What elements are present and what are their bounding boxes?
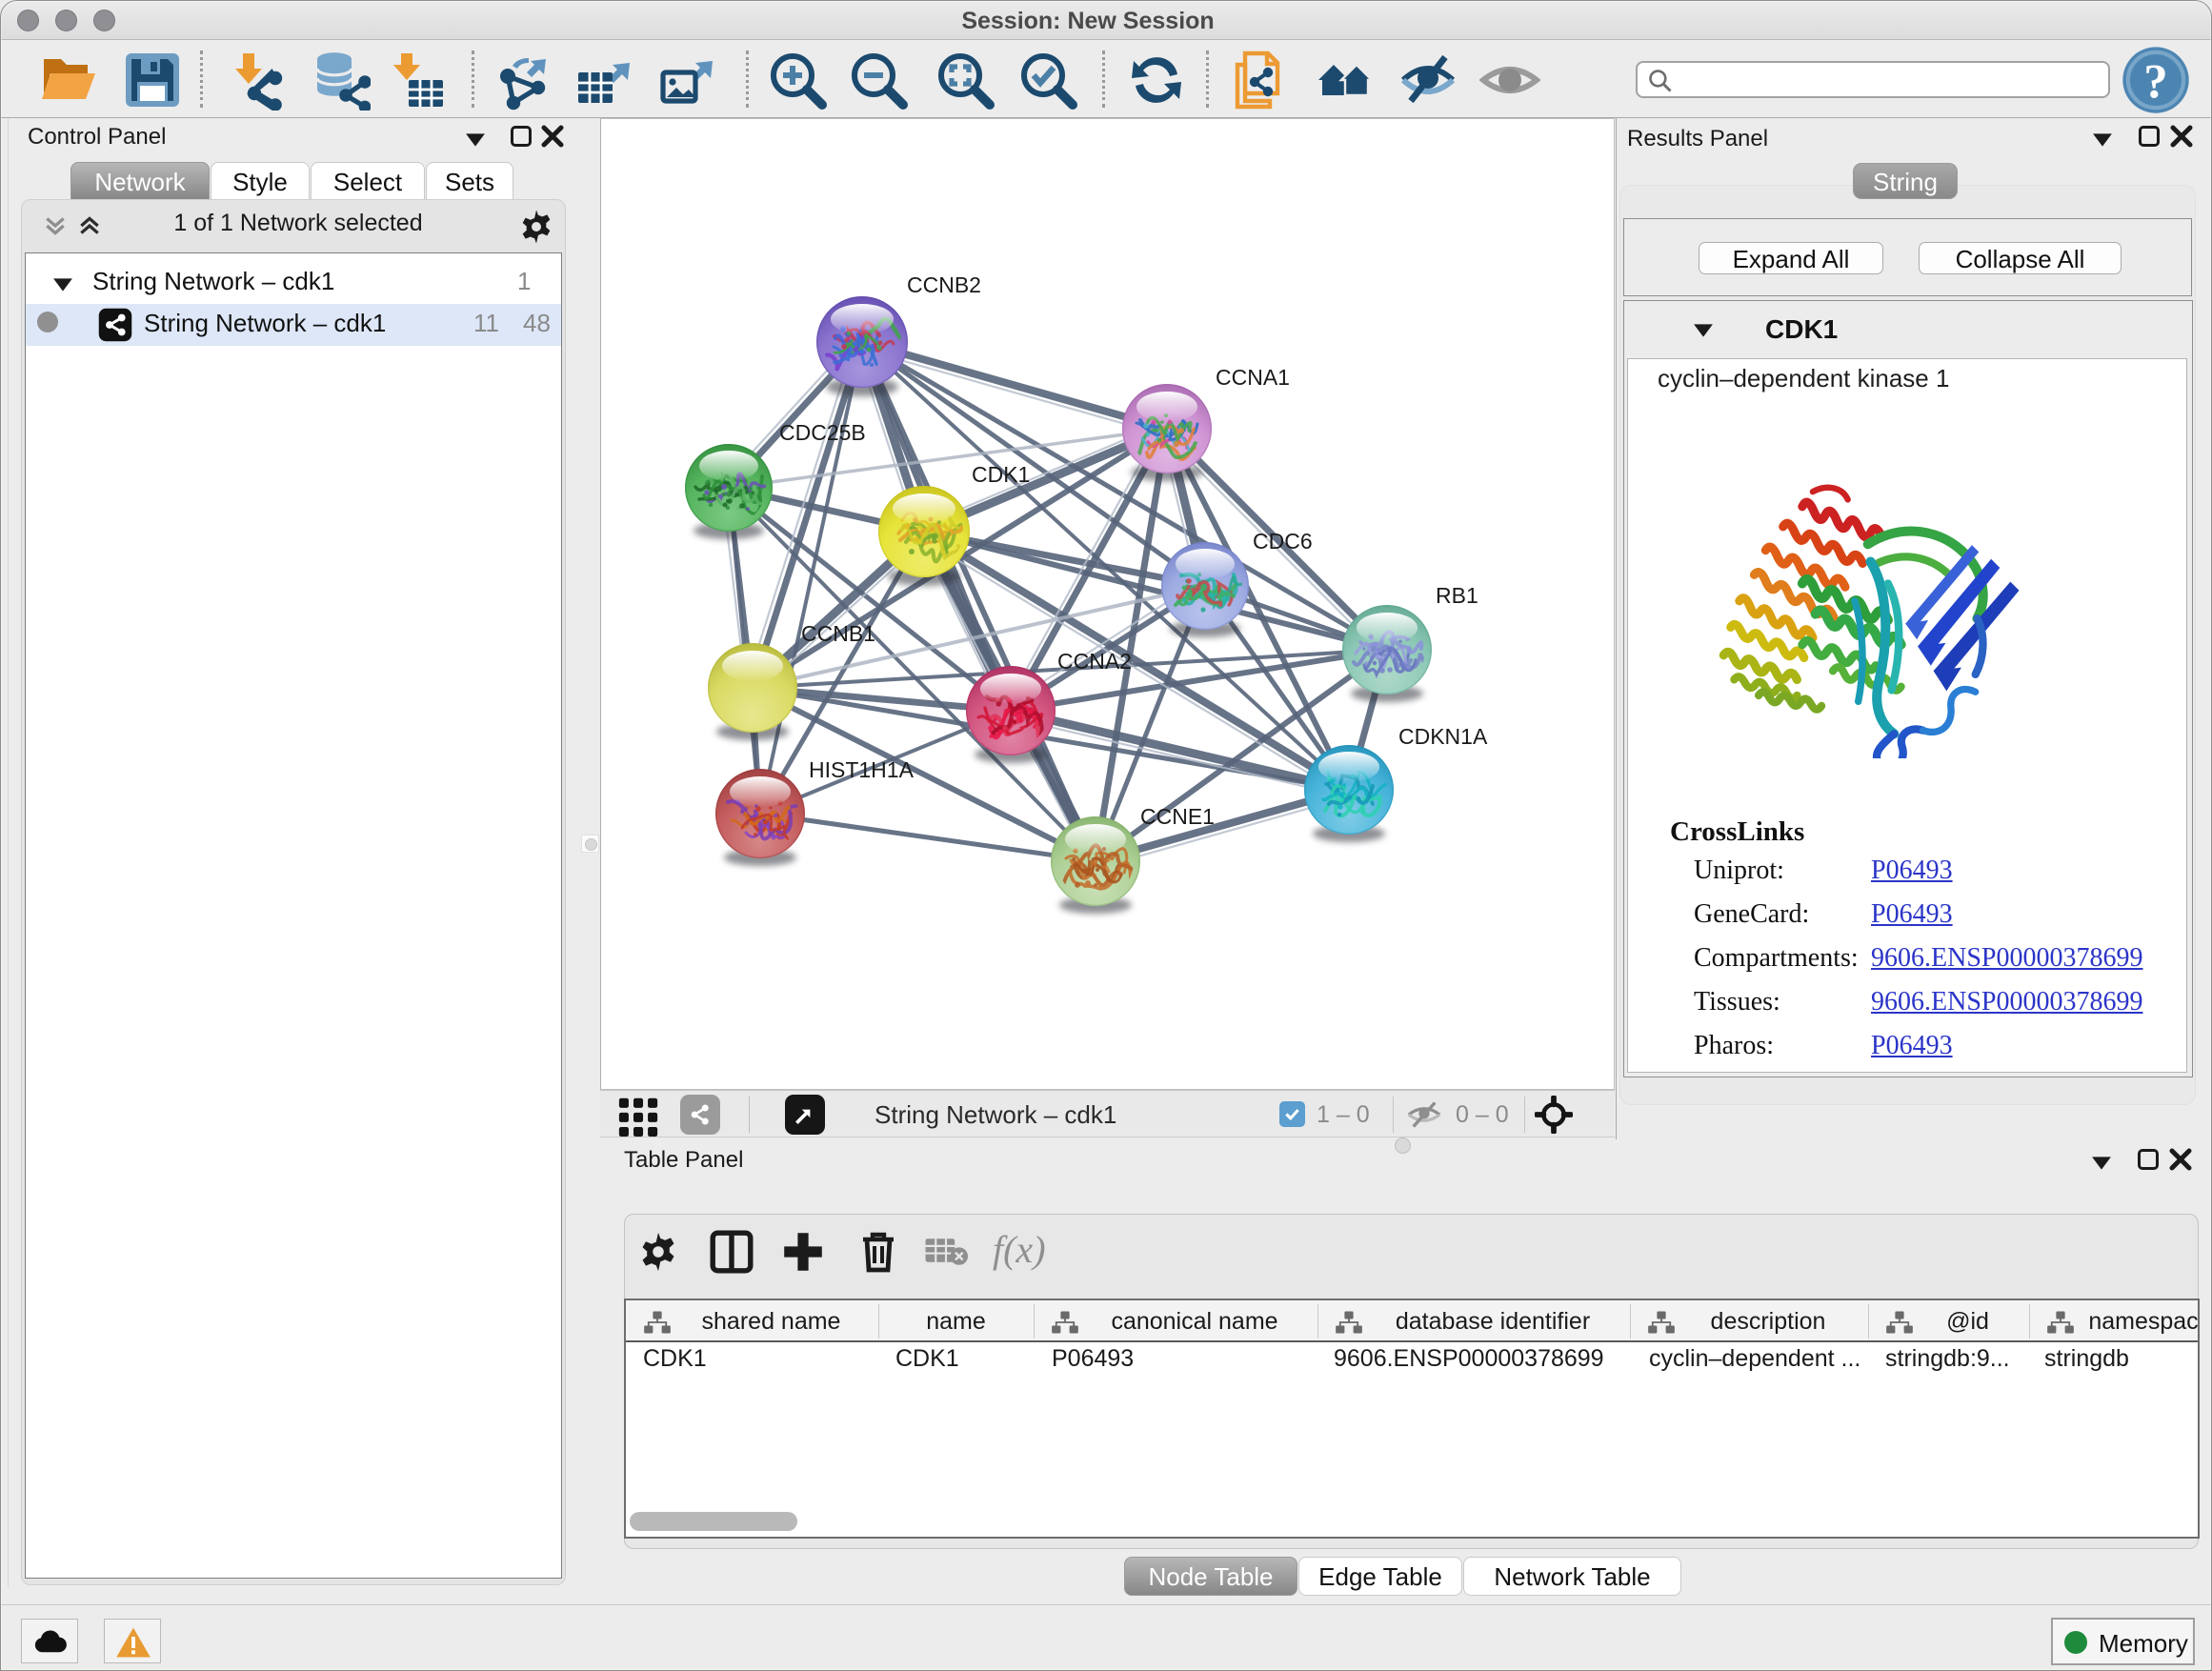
svg-text:CDKN1A: CDKN1A [1398,724,1488,749]
svg-text:CCNB1: CCNB1 [801,621,875,646]
svg-text:?: ? [2143,56,2167,110]
svg-text:CCNB2: CCNB2 [907,272,981,297]
svg-text:CDC25B: CDC25B [779,420,866,445]
svg-text:CCNE1: CCNE1 [1140,804,1215,829]
svg-text:CDC6: CDC6 [1253,529,1313,554]
svg-text:CDK1: CDK1 [972,462,1030,487]
svg-text:CCNA1: CCNA1 [1216,365,1290,390]
svg-text:HIST1H1A: HIST1H1A [809,757,915,782]
svg-text:RB1: RB1 [1436,583,1478,608]
svg-text:CCNA2: CCNA2 [1057,649,1132,674]
